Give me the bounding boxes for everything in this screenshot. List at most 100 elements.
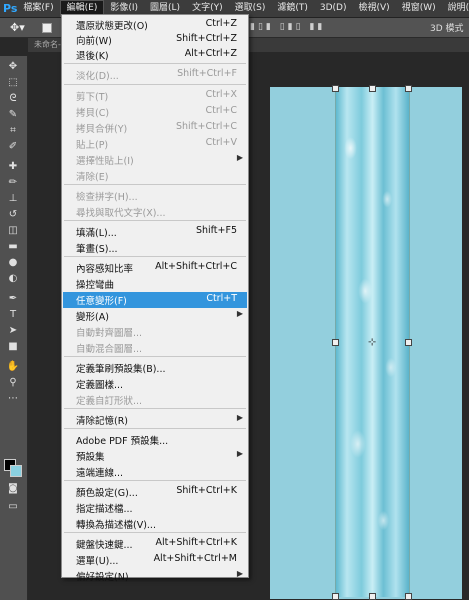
menu-item-undo[interactable]: 還原狀態更改(O) Ctrl+Z <box>63 17 247 33</box>
move-tool-icon[interactable]: ✥▾ <box>10 21 25 34</box>
transform-handle-bottom[interactable] <box>369 593 376 600</box>
menu-item-puppet-warp[interactable]: 操控彎曲 <box>63 276 247 292</box>
menu-item-stroke[interactable]: 筆畫(S)... <box>63 240 247 256</box>
menu-item-shortcut: Shift+Ctrl+K <box>176 485 237 496</box>
transform-handle-bottom-left[interactable] <box>332 593 339 600</box>
crop-icon[interactable]: ⌗ <box>5 124 21 138</box>
screen-mode-icon[interactable]: ▭ <box>5 500 21 514</box>
healing-brush-icon[interactable]: ✚ <box>5 160 21 174</box>
menu-item-define-brush-preset[interactable]: 定義筆刷預設集(B)... <box>63 360 247 376</box>
history-brush-icon[interactable]: ↺ <box>5 208 21 222</box>
menu-file[interactable]: 檔案(F) <box>17 0 59 17</box>
menu-item-label: 尋找與取代文字(X)... <box>76 208 166 219</box>
zoom-icon[interactable]: ⚲ <box>5 376 21 390</box>
menu-item-label: 定義自訂形狀... <box>76 396 143 407</box>
menu-window[interactable]: 視窗(W) <box>396 0 442 17</box>
menu-item-label: 退後(K) <box>76 51 109 62</box>
menu-item-shortcut: Ctrl+T <box>206 293 237 304</box>
menu-item-shortcut: Shift+F5 <box>195 225 237 236</box>
menu-item-shortcut: Shift+Ctrl+F <box>177 68 237 79</box>
menu-item-label: Adobe PDF 預設集... <box>76 436 169 447</box>
shape-icon[interactable]: ■ <box>5 340 21 354</box>
menu-item-adobe-pdf-presets[interactable]: Adobe PDF 預設集... <box>63 432 247 448</box>
transform-center-icon[interactable]: ⊹ <box>368 337 376 348</box>
menu-help[interactable]: 說明(H) <box>442 0 469 17</box>
menu-filter[interactable]: 濾鏡(T) <box>271 0 314 17</box>
menu-item-shortcut: Ctrl+C <box>205 105 238 116</box>
menu-item-preferences[interactable]: 偏好設定(N) ▶ <box>63 568 247 584</box>
menu-item-convert-to-profile[interactable]: 轉換為描述檔(V)... <box>63 516 247 532</box>
hand-icon[interactable]: ✋ <box>5 360 21 374</box>
menu-item-define-pattern[interactable]: 定義圖樣... <box>63 376 247 392</box>
menu-separator <box>64 356 246 357</box>
transform-handle-top-left[interactable] <box>332 85 339 92</box>
menu-3d[interactable]: 3D(D) <box>314 0 353 17</box>
menu-item-label: 拷貝合併(Y) <box>76 124 128 135</box>
auto-select-checkbox[interactable] <box>42 23 52 33</box>
photoshop-logo: Ps <box>3 2 18 15</box>
menu-item-shortcut: Ctrl+V <box>205 137 237 148</box>
menu-separator <box>64 428 246 429</box>
menu-item-label: 向前(W) <box>76 36 112 47</box>
menu-item-label: 定義圖樣... <box>76 380 124 391</box>
transform-handle-top-right[interactable] <box>405 85 412 92</box>
brush-icon[interactable]: ✏ <box>5 176 21 190</box>
dodge-icon[interactable]: ◐ <box>5 272 21 286</box>
submenu-arrow-icon: ▶ <box>236 153 243 162</box>
menu-item-fill[interactable]: 填滿(L)... Shift+F5 <box>63 224 247 240</box>
eyedropper-icon[interactable]: ✐ <box>5 140 21 154</box>
menu-item-step-forward[interactable]: 向前(W) Shift+Ctrl+Z <box>63 32 247 48</box>
stamp-icon[interactable]: ⊥ <box>5 192 21 206</box>
3d-mode-label: 3D 模式 <box>430 24 464 34</box>
type-icon[interactable]: T <box>5 308 21 322</box>
transform-handle-top[interactable] <box>369 85 376 92</box>
edit-menu-dropdown: 還原狀態更改(O) Ctrl+Z 向前(W) Shift+Ctrl+Z 退後(K) Alt… <box>61 14 249 583</box>
lasso-icon[interactable]: ᘓ <box>5 92 21 106</box>
quick-mask-icon[interactable]: ◙ <box>5 482 21 496</box>
quick-select-icon[interactable]: ✎ <box>5 108 21 122</box>
menu-item-keyboard-shortcuts[interactable]: 鍵盤快速鍵... Alt+Shift+Ctrl+K <box>63 536 247 552</box>
menu-item-label: 任意變形(F) <box>76 296 127 307</box>
menu-item-copy: 拷貝(C) Ctrl+C <box>63 104 247 120</box>
pen-icon[interactable]: ✒ <box>5 292 21 306</box>
menu-item-label: 剪下(T) <box>76 92 109 103</box>
menu-item-auto-align-layers: 自動對齊圖層... <box>63 324 247 340</box>
menu-separator <box>64 184 246 185</box>
menu-item-transform[interactable]: 變形(A) ▶ <box>63 308 247 324</box>
submenu-arrow-icon: ▶ <box>236 569 243 578</box>
menu-item-remote-connections[interactable]: 遠端連線... <box>63 464 247 480</box>
menu-item-step-backward[interactable]: 退後(K) Alt+Ctrl+Z <box>63 47 247 63</box>
blur-icon[interactable]: ● <box>5 256 21 270</box>
menu-item-assign-profile[interactable]: 指定描述檔... <box>63 500 247 516</box>
menu-item-free-transform[interactable]: 任意變形(F) Ctrl+T <box>63 292 247 308</box>
tools-panel: ✥ ⬚ ᘓ ✎ ⌗ ✐ ✚ ✏ ⊥ ↺ ◫ ▬ ● ◐ ✒ T ➤ ■ ✋ ⚲ … <box>0 56 28 600</box>
menu-item-color-settings[interactable]: 顏色設定(G)... Shift+Ctrl+K <box>63 484 247 500</box>
gradient-icon[interactable]: ▬ <box>5 240 21 254</box>
menu-item-shortcut: Alt+Shift+Ctrl+K <box>155 537 237 548</box>
more-tools-icon[interactable]: ⋯ <box>5 392 21 406</box>
menu-item-shortcut: Shift+Ctrl+C <box>175 121 237 132</box>
menu-item-label: 自動混合圖層... <box>76 344 143 355</box>
marquee-icon[interactable]: ⬚ <box>5 76 21 90</box>
menu-item-purge[interactable]: 清除記憶(R) ▶ <box>63 412 247 428</box>
transform-handle-right[interactable] <box>405 339 412 346</box>
menu-item-label: 清除(E) <box>76 172 109 183</box>
path-select-icon[interactable]: ➤ <box>5 324 21 338</box>
menu-item-shortcut: Alt+Shift+Ctrl+C <box>155 261 237 272</box>
align-icons[interactable]: ▮▯▮ ▯▮▯ ▮▮ <box>250 22 325 32</box>
submenu-arrow-icon: ▶ <box>236 413 243 422</box>
menu-item-clear: 清除(E) <box>63 168 247 184</box>
move-icon[interactable]: ✥ <box>5 60 21 74</box>
menu-item-label: 清除記憶(R) <box>76 416 129 427</box>
transform-handle-left[interactable] <box>332 339 339 346</box>
menu-item-content-aware-scale[interactable]: 內容感知比率 Alt+Shift+Ctrl+C <box>63 260 247 276</box>
menu-item-label: 偏好設定(N) <box>76 572 129 583</box>
transform-handle-bottom-right[interactable] <box>405 593 412 600</box>
background-color-swatch[interactable] <box>10 465 22 477</box>
menu-view[interactable]: 檢視(V) <box>353 0 396 17</box>
menu-item-menus[interactable]: 選單(U)... Alt+Shift+Ctrl+M <box>63 552 247 568</box>
menu-item-presets[interactable]: 預設集 ▶ <box>63 448 247 464</box>
eraser-icon[interactable]: ◫ <box>5 224 21 238</box>
menu-item-label: 遠端連線... <box>76 468 124 479</box>
menu-item-paste: 貼上(P) Ctrl+V <box>63 136 247 152</box>
